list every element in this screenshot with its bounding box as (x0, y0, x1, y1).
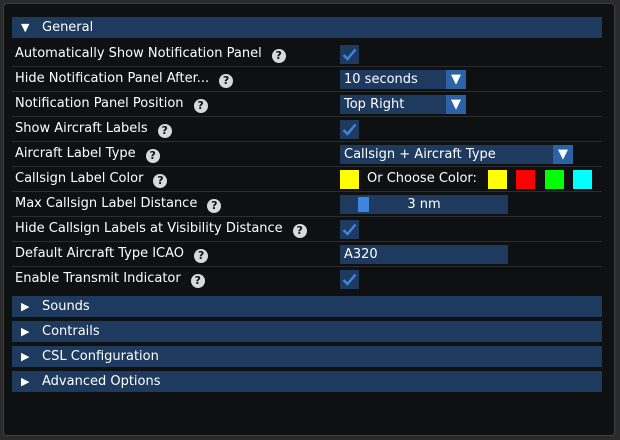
section-title-csl: CSL Configuration (42, 349, 159, 364)
panel-position-dropdown[interactable]: Top Right ▼ (340, 95, 466, 114)
setting-label: Notification Panel Position? (15, 96, 208, 113)
label-type-dropdown[interactable]: Callsign + Aircraft Type ▼ (340, 145, 573, 164)
slider-handle[interactable] (358, 197, 369, 212)
transmit-indicator-checkbox[interactable] (340, 270, 359, 289)
setting-label: Callsign Label Color? (15, 171, 168, 188)
help-icon[interactable]: ? (219, 74, 234, 88)
section-header-contrails[interactable]: ▶ Contrails (12, 321, 602, 342)
row-callsign-label-color: Callsign Label Color? Or Choose Color: (12, 167, 602, 192)
section-title-contrails: Contrails (42, 324, 100, 339)
row-notification-position: Notification Panel Position? Top Right ▼ (12, 92, 602, 117)
help-icon[interactable]: ? (190, 274, 205, 288)
help-icon[interactable]: ? (207, 199, 222, 213)
help-icon[interactable]: ? (271, 49, 286, 63)
checkmark-icon (342, 123, 357, 136)
setting-label: Enable Transmit Indicator? (15, 271, 205, 288)
setting-label: Automatically Show Notification Panel? (15, 46, 286, 63)
setting-label: Default Aircraft Type ICAO? (15, 246, 209, 263)
checkmark-icon (342, 223, 357, 236)
slider-value: 3 nm (407, 197, 441, 212)
section-header-general[interactable]: ▼ General (12, 17, 602, 38)
section-header-csl[interactable]: ▶ CSL Configuration (12, 346, 602, 367)
help-icon[interactable]: ? (145, 149, 160, 163)
help-icon[interactable]: ? (194, 249, 209, 263)
chevron-down-icon[interactable]: ▼ (446, 95, 466, 114)
color-option-yellow[interactable] (488, 170, 507, 189)
input-value: A320 (344, 247, 378, 262)
collapsed-arrow-icon: ▶ (21, 375, 30, 388)
row-transmit-indicator: Enable Transmit Indicator? (12, 267, 602, 292)
checkmark-icon (342, 273, 357, 286)
color-option-red[interactable] (516, 170, 535, 189)
collapsed-arrow-icon: ▶ (21, 325, 30, 338)
setting-label: Hide Notification Panel After...? (15, 71, 234, 88)
setting-label: Show Aircraft Labels? (15, 121, 172, 138)
expanded-arrow-icon: ▼ (21, 21, 30, 34)
collapsed-arrow-icon: ▶ (21, 300, 30, 313)
setting-label: Hide Callsign Labels at Visibility Dista… (15, 221, 307, 238)
max-distance-slider[interactable]: 3 nm (340, 195, 508, 214)
dropdown-value: 10 seconds (344, 72, 418, 87)
chevron-down-icon[interactable]: ▼ (553, 145, 573, 164)
help-icon[interactable]: ? (157, 124, 172, 138)
help-icon[interactable]: ? (193, 99, 208, 113)
choose-color-label: Or Choose Color: (367, 171, 477, 186)
default-icao-input[interactable]: A320 (340, 245, 508, 264)
show-labels-checkbox[interactable] (340, 120, 359, 139)
dropdown-value: Callsign + Aircraft Type (344, 147, 496, 162)
row-default-icao: Default Aircraft Type ICAO? A320 (12, 242, 602, 267)
row-hide-notification-after: Hide Notification Panel After...? 10 sec… (12, 67, 602, 92)
row-max-callsign-distance: Max Callsign Label Distance? 3 nm (12, 192, 602, 217)
color-option-green[interactable] (545, 170, 564, 189)
row-hide-at-visibility: Hide Callsign Labels at Visibility Dista… (12, 217, 602, 242)
color-option-cyan[interactable] (573, 170, 592, 189)
row-aircraft-label-type: Aircraft Label Type? Callsign + Aircraft… (12, 142, 602, 167)
section-header-sounds[interactable]: ▶ Sounds (12, 296, 602, 317)
setting-label: Aircraft Label Type? (15, 146, 160, 163)
dropdown-value: Top Right (344, 97, 405, 112)
row-show-aircraft-labels: Show Aircraft Labels? (12, 117, 602, 142)
section-title-sounds: Sounds (42, 299, 90, 314)
section-title-advanced: Advanced Options (42, 374, 161, 389)
collapsed-arrow-icon: ▶ (21, 350, 30, 363)
hide-at-visibility-checkbox[interactable] (340, 220, 359, 239)
auto-show-checkbox[interactable] (340, 45, 359, 64)
checkmark-icon (342, 48, 357, 61)
chevron-down-icon[interactable]: ▼ (446, 70, 466, 89)
selected-color-swatch[interactable] (340, 170, 359, 189)
help-icon[interactable]: ? (153, 174, 168, 188)
row-auto-show-notification: Automatically Show Notification Panel? (12, 42, 602, 67)
help-icon[interactable]: ? (292, 224, 307, 238)
setting-label: Max Callsign Label Distance? (15, 196, 222, 213)
section-title-general: General (42, 20, 94, 35)
hide-after-dropdown[interactable]: 10 seconds ▼ (340, 70, 466, 89)
section-header-advanced[interactable]: ▶ Advanced Options (12, 371, 602, 392)
